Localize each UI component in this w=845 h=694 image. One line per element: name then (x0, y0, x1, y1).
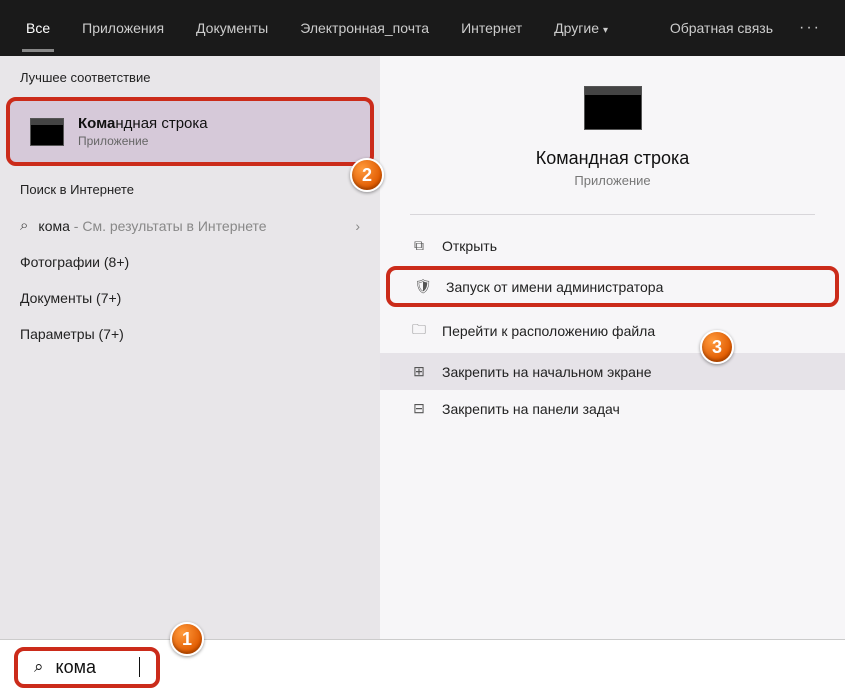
search-input-wrapper[interactable]: ⌕ кома (14, 647, 160, 688)
header-tabs: Все Приложения Документы Электронная_поч… (0, 0, 845, 56)
annotation-badge-2: 2 (350, 158, 384, 192)
tab-email[interactable]: Электронная_почта (286, 4, 443, 52)
text-caret (139, 657, 140, 677)
web-search-item[interactable]: ⌕ кома - См. результаты в Интернете › (0, 207, 380, 244)
action-label: Запуск от имени администратора (446, 279, 663, 295)
action-run-as-admin[interactable]: 🛡 Запуск от имени администратора (386, 266, 839, 307)
action-label: Закрепить на панели задач (442, 401, 620, 417)
more-button[interactable]: ··· (787, 19, 833, 37)
best-match-title: Командная строка (78, 115, 208, 132)
folder-icon: 🗀 (410, 319, 428, 343)
action-label: Открыть (442, 238, 497, 254)
preview-pane: Командная строка Приложение ⧉ Открыть 🛡 … (380, 56, 845, 639)
category-photos[interactable]: Фотографии (8+) (0, 244, 380, 280)
tab-other[interactable]: Другие ▾ (540, 4, 622, 52)
cmd-icon (30, 118, 64, 146)
chevron-right-icon: › (355, 218, 360, 234)
search-input[interactable]: кома (56, 657, 126, 678)
match-bold: Кома (78, 115, 115, 132)
web-query: кома (38, 218, 69, 234)
preview-subtitle: Приложение (574, 173, 650, 188)
search-icon: ⌕ (34, 657, 44, 677)
annotation-badge-3: 3 (700, 330, 734, 364)
annotation-badge-1: 1 (170, 622, 204, 656)
best-match-subtitle: Приложение (78, 134, 208, 148)
chevron-down-icon: ▾ (603, 25, 608, 36)
action-label: Перейти к расположению файла (442, 323, 655, 339)
action-pin-start[interactable]: ⊞ Закрепить на начальном экране (380, 353, 845, 390)
divider (410, 214, 815, 215)
category-settings[interactable]: Параметры (7+) (0, 316, 380, 352)
best-match-item[interactable]: Командная строка Приложение (6, 97, 374, 166)
action-open[interactable]: ⧉ Открыть (380, 227, 845, 264)
tab-documents[interactable]: Документы (182, 4, 282, 52)
tab-all[interactable]: Все (12, 4, 64, 52)
search-icon: ⌕ (20, 217, 28, 234)
cmd-large-icon (584, 86, 642, 130)
best-match-header: Лучшее соответствие (0, 56, 380, 95)
shield-icon: 🛡 (414, 278, 432, 295)
results-pane: Лучшее соответствие Командная строка При… (0, 56, 380, 639)
web-search-header: Поиск в Интернете (0, 168, 380, 207)
web-suffix: - См. результаты в Интернете (70, 218, 267, 234)
tab-other-label: Другие (554, 20, 599, 36)
action-open-location[interactable]: 🗀 Перейти к расположению файла (380, 309, 845, 353)
pin-start-icon: ⊞ (410, 363, 428, 380)
action-pin-taskbar[interactable]: ⊟ Закрепить на панели задач (380, 390, 845, 427)
tab-internet[interactable]: Интернет (447, 4, 536, 52)
feedback-link[interactable]: Обратная связь (660, 20, 783, 36)
action-label: Закрепить на начальном экране (442, 364, 652, 380)
preview-title: Командная строка (536, 148, 690, 169)
pin-task-icon: ⊟ (410, 400, 428, 417)
search-bar: ⌕ кома (0, 639, 845, 694)
tab-apps[interactable]: Приложения (68, 4, 178, 52)
match-rest: ндная строка (115, 115, 207, 132)
open-icon: ⧉ (410, 237, 428, 254)
category-documents[interactable]: Документы (7+) (0, 280, 380, 316)
